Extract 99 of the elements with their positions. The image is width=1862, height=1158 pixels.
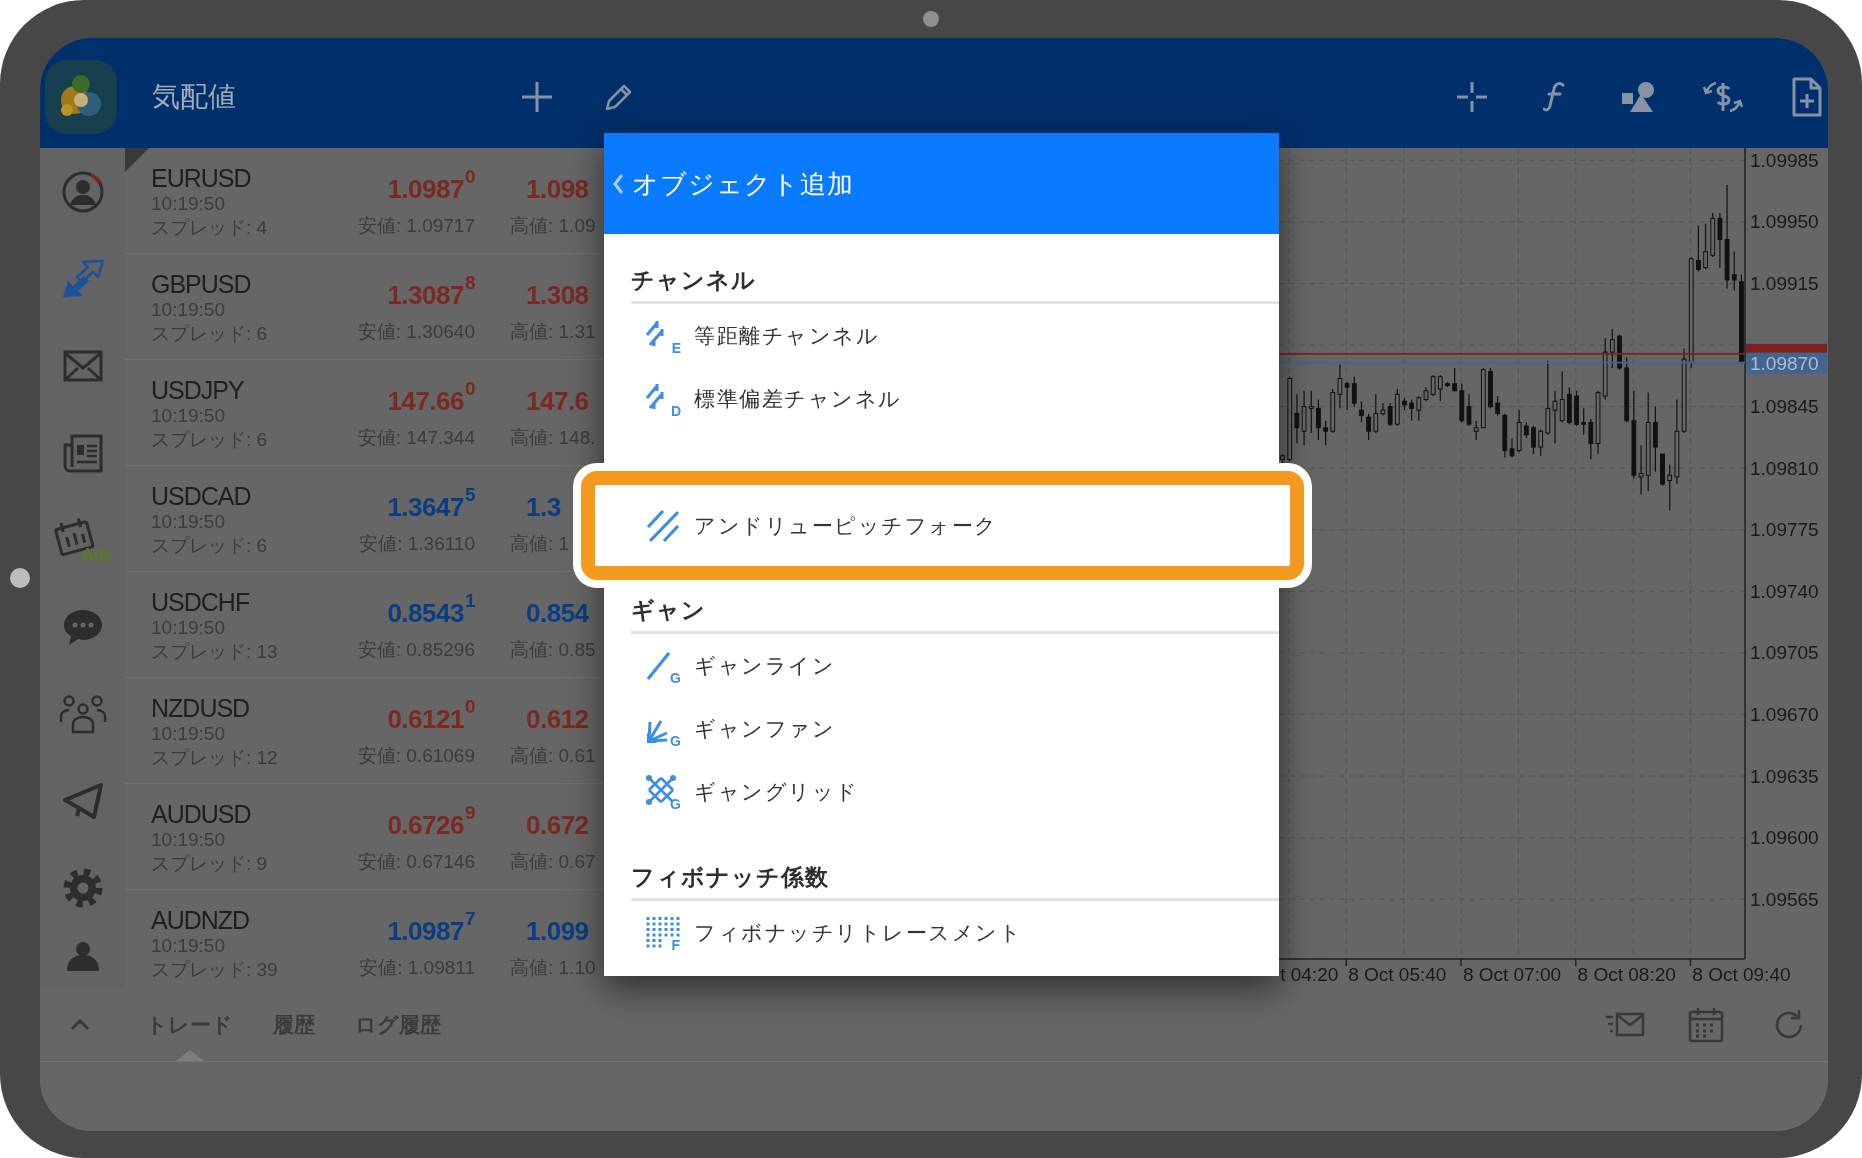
menu-item[interactable]: F フィボナッチリトレースメント [604,901,1279,964]
candlestick [1574,390,1579,427]
section-title: フィボナッチ係数 [631,863,829,892]
menu-item[interactable]: E 等距離チャンネル [604,304,1279,367]
new-document-icon[interactable] [1792,77,1822,117]
crosshair-icon[interactable] [1456,81,1488,113]
shapes-icon[interactable] [1622,81,1656,113]
candlestick [1316,398,1321,441]
ref-line-label: 1.09870 [1750,353,1819,375]
ask-price: 1.3 [526,491,561,524]
symbol-name: GBPUSD [151,270,251,298]
settings-icon [62,867,103,908]
section-title: チャンネル [631,266,756,295]
ask-price: 1.308 [526,279,589,312]
refresh-icon[interactable] [1773,1008,1805,1041]
time-label: 8 Oct 05:40 [1348,963,1447,985]
menu-item[interactable]: G ギャンファン [604,697,1279,760]
side-dot-icon [10,568,30,588]
sidebar-button[interactable] [62,607,103,646]
price-label: 1.09985 [1750,149,1819,171]
profile-icon [60,169,105,214]
candlestick [1653,406,1658,473]
symbol-name: USDCAD [151,482,251,510]
symbol-name: EURUSD [151,164,251,192]
price-label: 1.09635 [1750,765,1819,787]
price-label: 1.09705 [1750,642,1819,664]
candlestick [1445,381,1450,388]
section-title: ギャン [631,596,706,625]
symbol-name: AUDNZD [151,906,250,934]
ask-price: 0.612 [526,703,589,736]
menu-item[interactable]: D 標準偏差チャンネル [604,367,1279,430]
arrows-icon [60,258,105,299]
symbol-name: AUDUSD [151,800,251,828]
price-label: 1.09565 [1750,888,1819,910]
candlestick [1617,333,1622,371]
menu-item[interactable]: G ギャンライン [604,634,1279,697]
dialog-title: オブジェクト追加 [632,167,854,200]
newspaper-icon [62,432,103,473]
ask-price: 147.6 [526,385,589,418]
pencil-icon[interactable] [604,82,634,112]
price-label: 1.09775 [1750,519,1819,541]
function-icon[interactable] [1543,81,1565,113]
candlestick [1488,367,1493,409]
sidebar-button[interactable] [62,867,103,908]
mail-icon [62,349,103,382]
ask-price: 1.099 [526,915,589,948]
sidebar-button[interactable] [60,169,105,214]
candlestick [1696,224,1701,272]
camera-dot-icon [923,11,939,27]
price-label: 1.09600 [1750,827,1819,849]
candlestick [1359,400,1364,424]
paper-plane-icon [61,781,104,820]
corner-triangle-icon [125,148,149,172]
screen-title: 気配値 [152,80,236,114]
price-label: 1.09915 [1750,272,1819,294]
price-label: 1.09740 [1750,580,1819,602]
bid-price: 1.3087$^{8}$ [387,271,475,312]
symbol-name: USDCHF [151,588,250,616]
chat-bubble-icon [62,607,103,646]
candlestick [1366,413,1371,441]
sidebar-button[interactable] [58,693,107,734]
bid-price: 0.6726$^{9}$ [387,801,475,842]
chevron-icon[interactable] [612,172,624,195]
bid-price: 147.66$^{0}$ [387,377,475,418]
caret-up-icon[interactable] [70,1018,90,1031]
bid-price: 1.0987$^{7}$ [387,907,475,948]
candlestick [1660,453,1665,487]
time-label: 8 Oct 08:20 [1577,963,1676,985]
parallel-lines-icon [645,507,681,544]
time-label: t 04:20 [1280,963,1339,985]
symbol-name: NZDUSD [151,694,250,722]
price-label: 1.09845 [1750,396,1819,418]
plus-icon[interactable] [521,81,553,113]
time-label: 8 Oct 07:00 [1462,963,1562,985]
candlestick [1402,397,1407,411]
ask-price: 0.672 [526,809,589,842]
people-icon [58,693,107,734]
ask-price: 0.854 [526,597,589,630]
price-label: 1.09670 [1750,703,1819,725]
candlestick [1703,223,1708,270]
current-price-tag: 1.09870 [1746,352,1827,375]
sidebar-button[interactable] [62,349,103,382]
bid-price: 1.3647$^{5}$ [387,483,475,524]
sidebar-button[interactable] [60,258,105,299]
price-label: 1.09950 [1750,211,1819,233]
candlestick [1323,420,1328,446]
mail-list-icon[interactable] [1605,1010,1645,1039]
ask-price: 1.098 [526,173,589,206]
symbol-name: USDJPY [151,376,244,404]
calendar-icon[interactable] [1688,1006,1724,1043]
bid-price: 0.6121$^{0}$ [387,695,475,736]
price-label: 1.09810 [1750,457,1819,479]
sidebar-button[interactable] [61,781,104,820]
time-label: 8 Oct 09:40 [1692,963,1791,985]
candlestick [1531,425,1536,455]
sidebar-button[interactable] [62,432,103,473]
app-logo-icon[interactable] [45,60,117,134]
bid-price: 1.0987$^{0}$ [387,165,475,206]
bid-price: 0.8543$^{1}$ [387,589,475,630]
